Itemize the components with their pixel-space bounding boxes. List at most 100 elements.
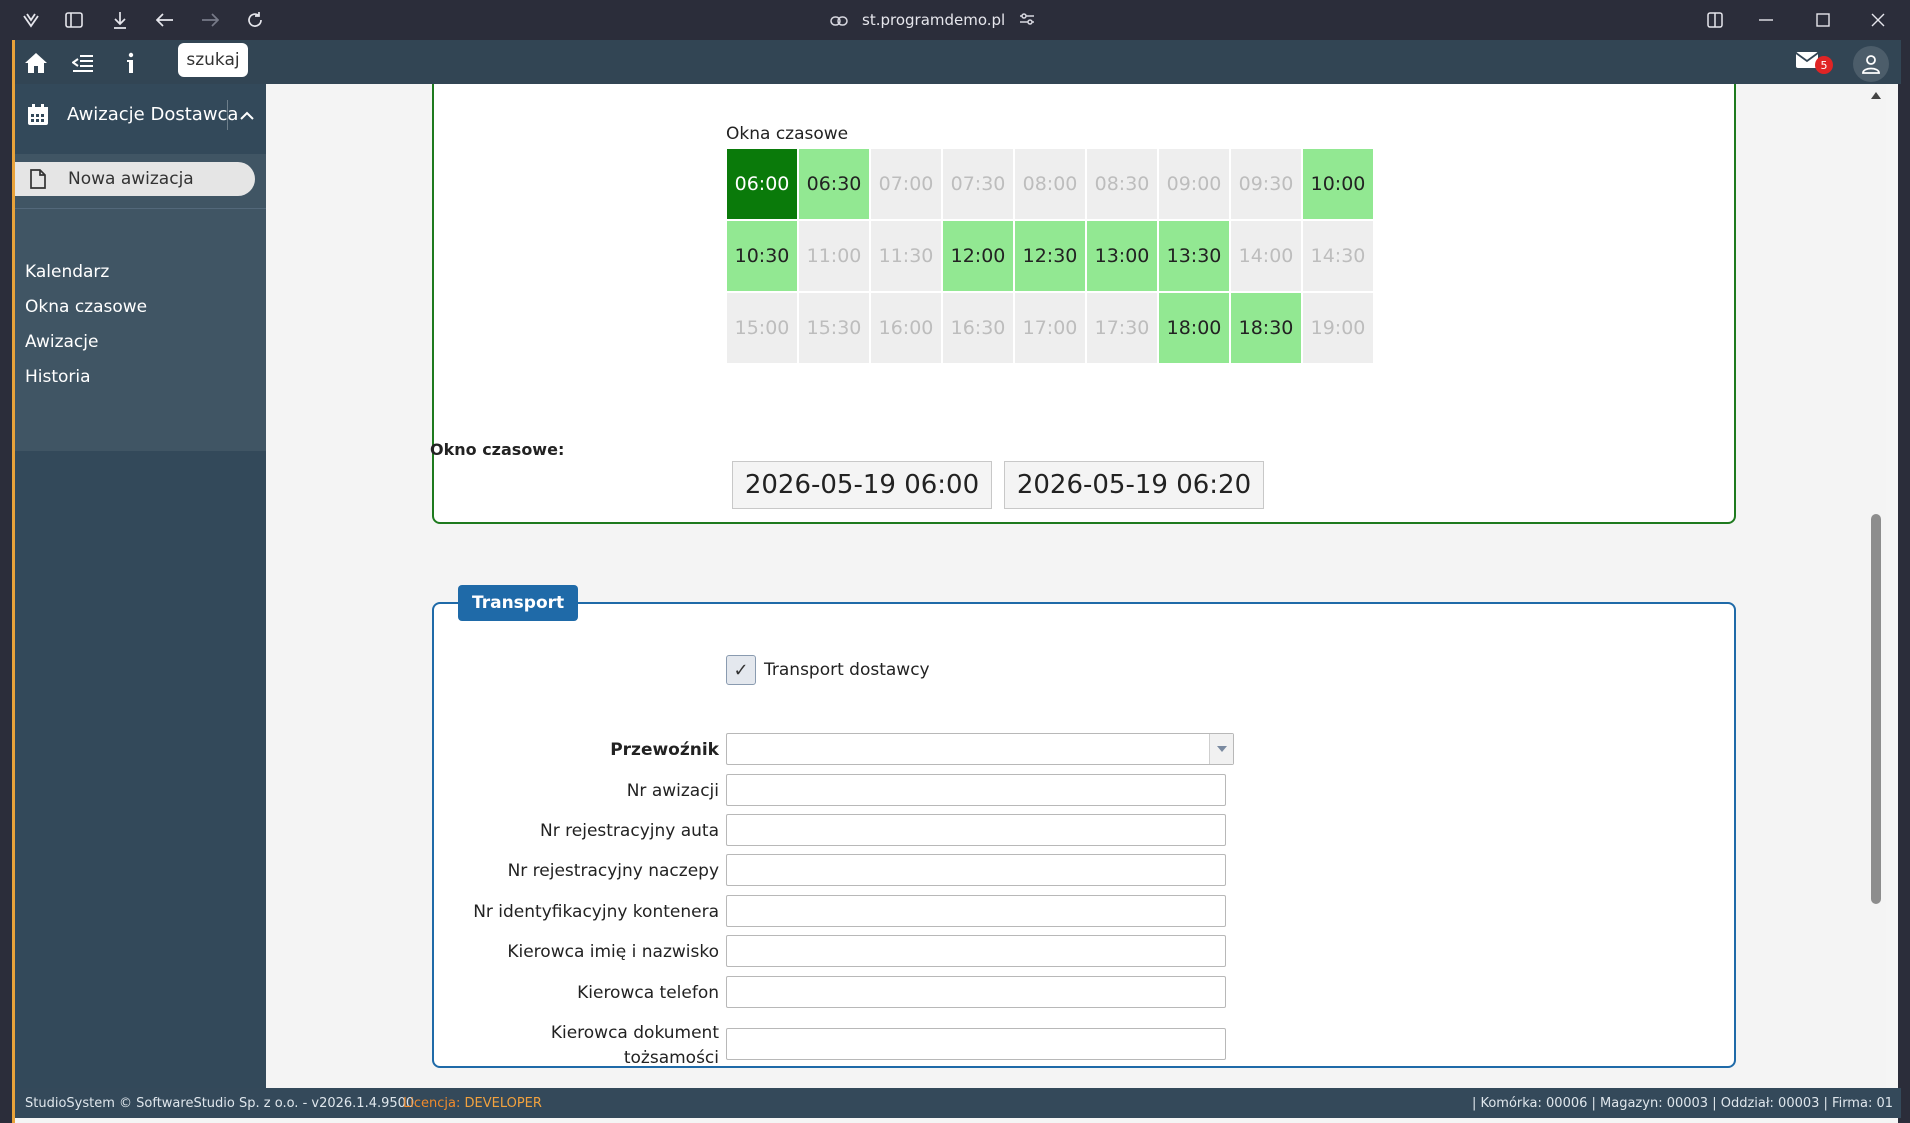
time-slot: 11:30 [870,220,942,292]
carrier-select[interactable] [726,733,1234,765]
time-slot: 07:00 [870,148,942,220]
chevron-up-icon[interactable] [235,100,259,130]
supplier-transport-checkbox[interactable]: ✓ [726,655,756,685]
vehicle-plate-input[interactable] [726,814,1226,846]
sidebar-toggle-icon[interactable] [62,8,86,32]
sidebar: Awizacje Dostawca Nowa awizacja Kalendar… [15,84,266,1088]
close-icon[interactable] [1866,8,1890,32]
sidebar-module-header[interactable]: Awizacje Dostawca [15,84,266,148]
transport-legend: Transport [458,585,579,621]
scroll-up-icon[interactable] [1870,90,1882,100]
download-icon[interactable] [108,8,132,32]
driver-id-doc-label-line1: Kierowca dokument [550,1023,719,1043]
time-slot: 17:00 [1014,292,1086,364]
search-button[interactable]: szukaj [178,43,248,77]
time-slot: 16:30 [942,292,1014,364]
vehicle-plate-label: Nr rejestracyjny auta [540,821,719,841]
reload-icon[interactable] [243,8,267,32]
mail-count-badge: 5 [1815,56,1833,74]
sidebar-item-time-windows[interactable]: Okna czasowe [25,297,147,317]
context-status: | Komórka: 00006 | Magazyn: 00003 | Oddz… [1471,1096,1893,1111]
document-icon [29,169,47,189]
main-content: Okna czasowe 06:00 06:30 07:00 07:30 08:00 08… [266,84,1866,1088]
brand-icon[interactable] [19,8,43,32]
forward-icon[interactable] [198,8,222,32]
status-footer: StudioSystem © SoftwareStudio Sp. z o.o.… [15,1088,1901,1118]
time-slot[interactable]: 12:00 [942,220,1014,292]
supplier-transport-label[interactable]: Transport dostawcy [764,660,930,680]
sidebar-item-calendar[interactable]: Kalendarz [25,262,109,282]
maximize-icon[interactable] [1811,8,1835,32]
time-slot[interactable]: 06:30 [798,148,870,220]
driver-name-label: Kierowca imię i nazwisko [507,942,719,962]
header-separator [227,100,228,130]
driver-phone-label: Kierowca telefon [577,983,719,1003]
time-slot: 08:00 [1014,148,1086,220]
browser-toolbar: st.programdemo.pl [0,0,1910,40]
time-window-label: Okno czasowe: [430,440,565,459]
license-value: DEVELOPER [464,1096,542,1111]
sidebar-module-title: Awizacje Dostawca [67,104,239,125]
split-view-icon[interactable] [1703,8,1727,32]
address-bar[interactable]: st.programdemo.pl [830,8,1035,32]
sidebar-divider [15,208,266,209]
time-slot: 09:30 [1230,148,1302,220]
time-slot: 11:00 [798,220,870,292]
scrollbar-thumb[interactable] [1871,514,1881,904]
collapse-menu-icon[interactable] [68,48,98,78]
time-slot[interactable]: 13:30 [1158,220,1230,292]
trailer-plate-label: Nr rejestracyjny naczepy [507,861,719,881]
user-avatar-icon[interactable] [1853,46,1889,82]
info-icon[interactable] [116,48,146,78]
home-icon[interactable] [21,48,51,78]
time-slot: 14:00 [1230,220,1302,292]
driver-id-doc-label-line2: tożsamości [623,1048,719,1068]
time-slot: 14:30 [1302,220,1374,292]
minimize-icon[interactable] [1754,8,1778,32]
time-slot[interactable]: 06:00 [726,148,798,220]
license-prefix: Licencja: [403,1096,461,1111]
sidebar-item-history[interactable]: Historia [25,367,91,387]
window-end-field[interactable]: 2026-05-19 06:20 [1004,461,1264,509]
app-topbar: szukaj 5 [15,40,1901,84]
time-slot-grid: 06:00 06:30 07:00 07:30 08:00 08:30 09:00 09:30… [726,148,1374,364]
time-slot: 17:30 [1086,292,1158,364]
container-id-input[interactable] [726,895,1226,927]
calendar-icon [27,104,49,126]
time-slot: 19:00 [1302,292,1374,364]
time-slot: 07:30 [942,148,1014,220]
time-slot: 09:00 [1158,148,1230,220]
time-slot[interactable]: 10:30 [726,220,798,292]
sidebar-item-notices[interactable]: Awizacje [25,332,98,352]
notice-number-label: Nr awizacji [626,781,719,801]
vertical-scrollbar[interactable] [1866,84,1886,1088]
time-slot: 16:00 [870,292,942,364]
window-start-field[interactable]: 2026-05-19 06:00 [732,461,992,509]
time-slot[interactable]: 12:30 [1014,220,1086,292]
carrier-label: Przewoźnik [610,740,719,760]
url-text: st.programdemo.pl [862,11,1006,29]
time-slot[interactable]: 18:00 [1158,292,1230,364]
dropdown-arrow-icon[interactable] [1209,734,1233,764]
driver-id-doc-input[interactable] [726,1028,1226,1060]
time-slot: 15:00 [726,292,798,364]
container-id-label: Nr identyfikacyjny kontenera [473,902,719,922]
app-window: szukaj 5 Awizacje Dostawca Nowa awizacja… [12,40,1901,1123]
trailer-plate-input[interactable] [726,854,1226,886]
back-icon[interactable] [153,8,177,32]
sidebar-item-new-notice[interactable]: Nowa awizacja [15,162,255,196]
site-settings-icon[interactable] [1019,11,1035,30]
time-slot: 15:30 [798,292,870,364]
driver-phone-input[interactable] [726,976,1226,1008]
sidebar-menu: Nowa awizacja Kalendarz Okna czasowe Awi… [15,154,266,451]
link-icon [830,11,848,30]
driver-name-input[interactable] [726,935,1226,967]
sidebar-item-label: Nowa awizacja [68,169,194,189]
time-windows-title: Okna czasowe [726,124,849,144]
time-slot[interactable]: 13:00 [1086,220,1158,292]
notice-number-input[interactable] [726,774,1226,806]
license-info: Licencja: DEVELOPER [403,1096,542,1111]
copyright-text: StudioSystem © SoftwareStudio Sp. z o.o.… [25,1096,415,1111]
time-slot[interactable]: 18:30 [1230,292,1302,364]
time-slot[interactable]: 10:00 [1302,148,1374,220]
